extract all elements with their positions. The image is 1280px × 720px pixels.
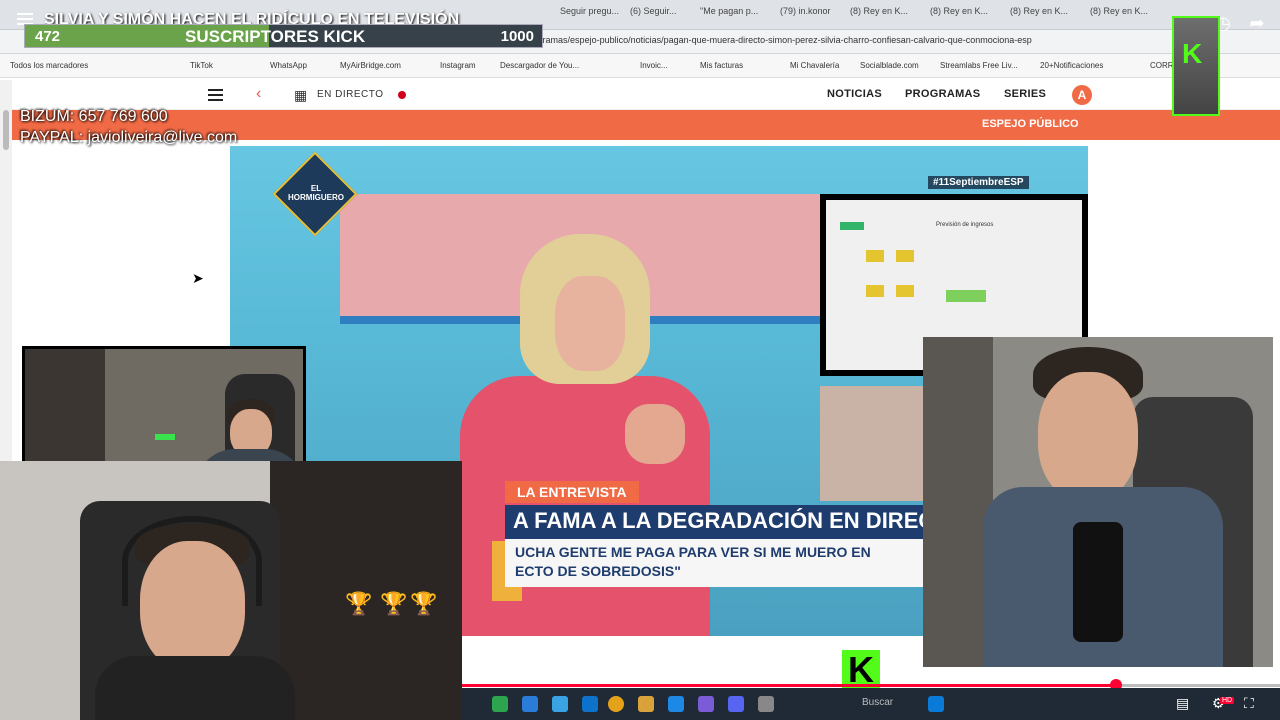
scroll-thumb[interactable] [3, 110, 9, 150]
bookmark-item[interactable]: Streamlabs Free Liv... [940, 61, 1018, 70]
hashtag-badge: #11SeptiembreESP [928, 176, 1029, 189]
url-text: antena3.com/programas/espejo-publico/not… [470, 35, 1032, 45]
live-link[interactable]: EN DIRECTO [317, 89, 384, 100]
browser-tab[interactable]: (8) Rey en K... [1090, 6, 1160, 24]
subscriber-goal-target: 1000 [500, 28, 534, 45]
bookmark-item[interactable]: Mis facturas [700, 61, 743, 70]
apps-grid-icon[interactable]: ▦ [294, 87, 307, 104]
lower-third-tag: LA ENTREVISTA [505, 481, 639, 503]
sheet-cell [840, 222, 864, 230]
bookmark-item[interactable]: 20+Notificaciones [1040, 61, 1103, 70]
bookmarks-bar: Todos los marcadores TikTok WhatsApp MyA… [0, 54, 1280, 78]
bookmark-item[interactable]: Instagram [440, 61, 476, 70]
browser-tab[interactable]: (8) Rey en K... [930, 6, 1000, 24]
bookmark-item[interactable]: Descargador de You... [500, 61, 579, 70]
program-logo-text: EL HORMIGUERO [288, 184, 344, 202]
site-header: ‹ ▦ EN DIRECTO NOTICIAS PROGRAMAS SERIES… [12, 80, 1280, 110]
subscriber-count: 472 [35, 28, 61, 45]
kick-emblem-icon: K [1172, 16, 1220, 116]
app-icon[interactable] [522, 696, 538, 712]
host-hands [625, 404, 685, 464]
windows-taskbar: Buscar [462, 688, 1280, 720]
chevron-icon[interactable]: ‹ [256, 85, 261, 103]
mouse-cursor-icon: ➤ [192, 270, 204, 286]
browser-tab[interactable]: (79) in.konor [780, 6, 840, 24]
person-face [140, 541, 245, 671]
subscriber-goal-label: SUSCRIPTORES KICK [185, 27, 366, 46]
bookmark-item[interactable]: TikTok [190, 61, 213, 70]
section-title[interactable]: ESPEJO PÚBLICO [982, 118, 1079, 130]
progress-fill [462, 684, 1117, 687]
subscriber-goal-bar: 472 SUSCRIPTORES KICK 1000 [24, 24, 543, 48]
screen: Seguir pregu... (6) Seguir... "Me pagan … [0, 0, 1280, 720]
browser-tab[interactable]: (6) Seguir... [630, 6, 690, 24]
webcam-guest-right [923, 337, 1273, 667]
person-face [1038, 372, 1138, 502]
app-icon[interactable] [758, 696, 774, 712]
chrome-icon[interactable] [608, 696, 624, 712]
trophy-icon: 🏆 [380, 591, 408, 616]
bookmark-item[interactable]: Invoic... [640, 61, 668, 70]
person-shirt [95, 656, 295, 720]
sheet-cell [896, 285, 914, 297]
app-icon[interactable] [582, 696, 598, 712]
trophy-icon: 🏆 [410, 591, 438, 616]
trophy-icon: 🏆 [345, 591, 373, 616]
browser-tab[interactable]: "Me pagan p... [700, 6, 770, 24]
taskbar-search[interactable]: Buscar [862, 697, 893, 708]
folder-icon[interactable] [638, 696, 654, 712]
led-light [155, 434, 175, 440]
subtitles-icon[interactable]: ▤ [1176, 695, 1189, 712]
live-dot [398, 91, 406, 99]
video-progress-bar[interactable] [462, 679, 1280, 691]
browser-tab[interactable]: (8) Rey en K... [850, 6, 920, 24]
antena3-logo[interactable]: A [1072, 85, 1092, 105]
fullscreen-icon[interactable]: ⛶ [1244, 695, 1254, 712]
app-icon[interactable] [698, 696, 714, 712]
sheet-cell [866, 250, 884, 262]
share-icon[interactable]: ➦ [1246, 12, 1268, 34]
sheet-cell [866, 285, 884, 297]
webcam-streamer: 🏆 🏆 🏆 [0, 461, 462, 720]
app-icon[interactable] [492, 696, 508, 712]
hd-badge: HD [1220, 697, 1235, 704]
nav-noticias[interactable]: NOTICIAS [827, 88, 882, 100]
bookmark-item[interactable]: Mi Chavalería [790, 61, 839, 70]
host-face [555, 276, 625, 371]
microphone-icon [1073, 522, 1123, 642]
bookmark-item[interactable]: Todos los marcadores [10, 61, 88, 70]
paypal-info: PAYPAL: javioliveira@live.com [20, 129, 238, 146]
sheet-cell [896, 250, 914, 262]
browser-tab[interactable]: (8) Rey en K... [1010, 6, 1080, 24]
bookmark-item[interactable]: MyAirBridge.com [340, 61, 401, 70]
bizum-info: BIZUM: 657 769 600 [20, 108, 168, 125]
nav-programas[interactable]: PROGRAMAS [905, 88, 980, 100]
menu-icon[interactable] [208, 89, 223, 104]
app-icon[interactable] [668, 696, 684, 712]
spreadsheet-title: Previsión de ingresos [936, 222, 994, 228]
discord-icon[interactable] [728, 696, 744, 712]
app-icon[interactable] [552, 696, 568, 712]
nav-series[interactable]: SERIES [1004, 88, 1046, 100]
bookmark-item[interactable]: Socialblade.com [860, 61, 919, 70]
sheet-cell [946, 290, 986, 302]
bookmark-item[interactable]: WhatsApp [270, 61, 307, 70]
windows-start-icon[interactable] [928, 696, 944, 712]
browser-tab[interactable]: Seguir pregu... [560, 6, 620, 24]
